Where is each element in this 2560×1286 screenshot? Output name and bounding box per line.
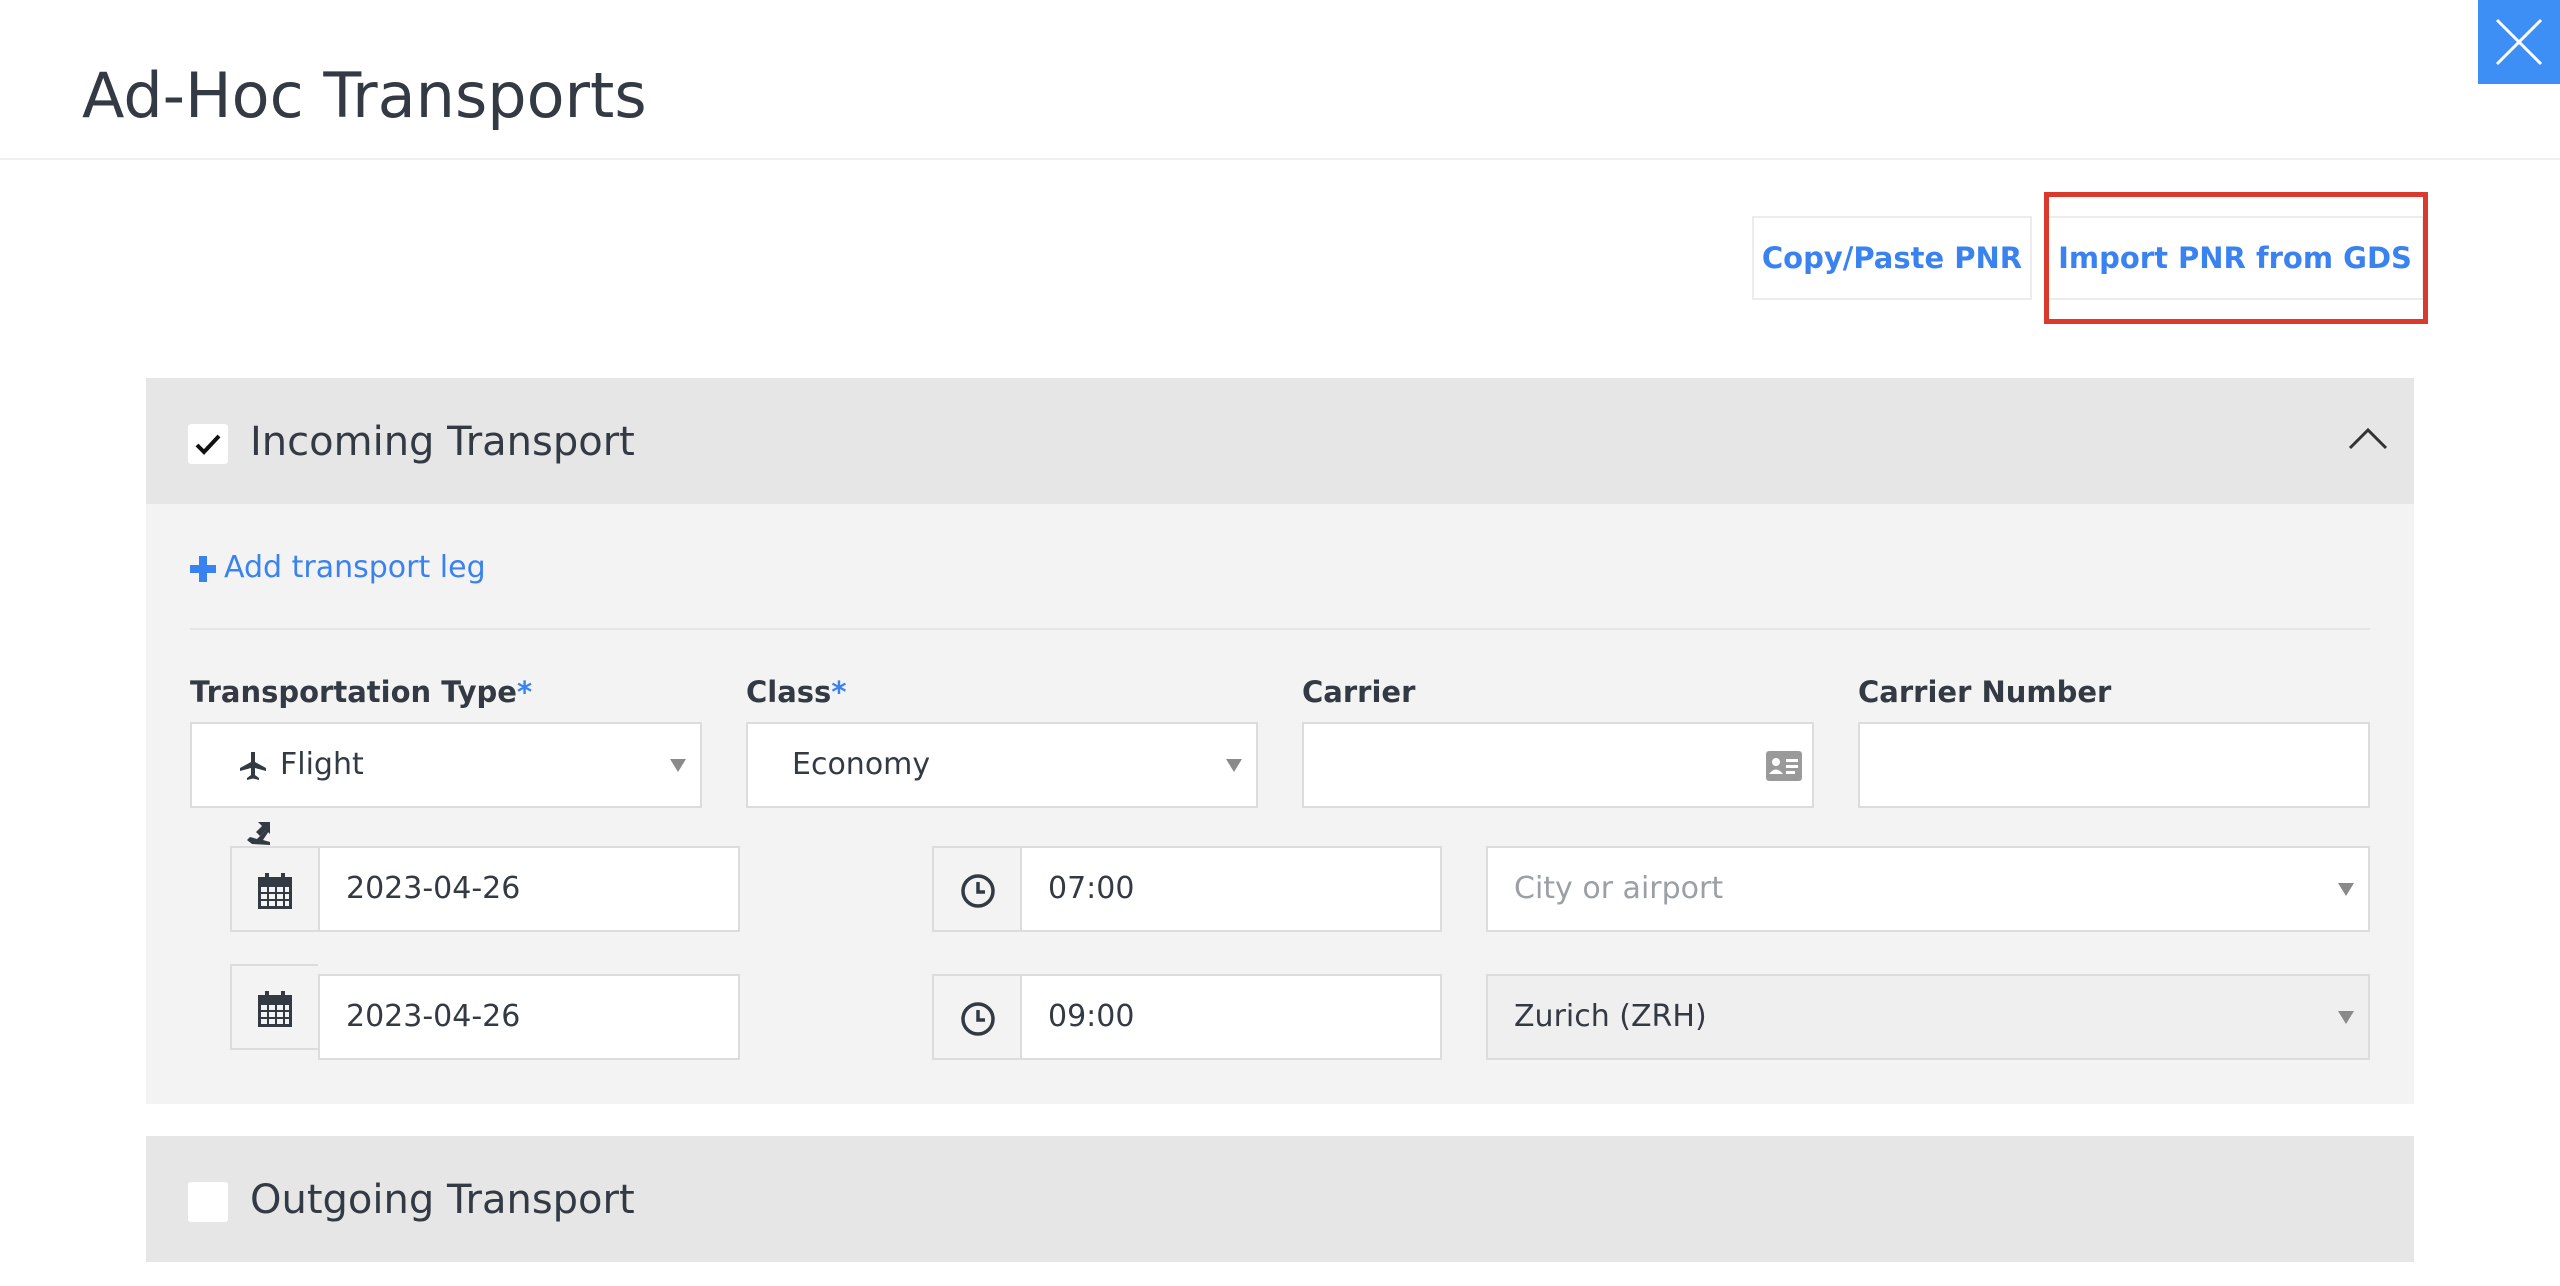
departure-location-select[interactable]: City or airport <box>1486 846 2370 932</box>
arrival-date-addon[interactable] <box>230 964 318 1050</box>
clock-icon <box>961 1002 995 1036</box>
arrival-date-input[interactable]: 2023-04-26 <box>318 974 740 1060</box>
required-marker: * <box>516 675 533 709</box>
class-label: Class* <box>746 672 847 712</box>
modal-header: Ad-Hoc Transports <box>0 0 2560 160</box>
outgoing-transport-title: Outgoing Transport <box>250 1177 635 1223</box>
carrier-number-label: Carrier Number <box>1858 675 2112 709</box>
caret-down-icon <box>1226 759 1242 772</box>
calendar-icon <box>258 991 292 1027</box>
incoming-transport-header[interactable]: Incoming Transport <box>146 378 2414 504</box>
transportation-type-select[interactable]: Flight <box>190 722 702 808</box>
close-button[interactable] <box>2478 0 2560 84</box>
outgoing-transport-checkbox[interactable] <box>188 1182 228 1222</box>
close-icon <box>2495 18 2543 66</box>
divider <box>190 628 2370 630</box>
incoming-transport-checkbox[interactable] <box>188 424 228 464</box>
departure-time-input[interactable]: 07:00 <box>1020 846 1442 932</box>
clock-icon <box>961 874 995 908</box>
arrival-time-input[interactable]: 09:00 <box>1020 974 1442 1060</box>
departure-location-placeholder: City or airport <box>1514 871 1724 906</box>
class-select[interactable]: Economy <box>746 722 1258 808</box>
add-transport-leg-link[interactable]: Add transport leg <box>190 546 486 590</box>
caret-down-icon <box>2338 883 2354 896</box>
departure-time-addon[interactable] <box>932 846 1020 932</box>
page-title: Ad-Hoc Transports <box>82 59 647 132</box>
contact-card-icon <box>1766 751 1802 781</box>
transportation-type-label-text: Transportation Type <box>190 675 517 709</box>
arrival-location-select: Zurich (ZRH) <box>1486 974 2370 1060</box>
plane-icon <box>240 752 266 780</box>
import-pnr-gds-button[interactable]: Import PNR from GDS <box>2046 216 2424 300</box>
required-marker: * <box>831 675 847 709</box>
chevron-up-icon[interactable] <box>2348 426 2388 450</box>
arrival-time-addon[interactable] <box>932 974 1020 1060</box>
transportation-type-label: Transportation Type* <box>190 672 532 712</box>
arrival-location-value: Zurich (ZRH) <box>1514 999 1707 1034</box>
plus-icon <box>190 555 216 582</box>
carrier-label: Carrier <box>1302 675 1416 709</box>
add-transport-leg-label: Add transport leg <box>224 550 486 585</box>
outgoing-transport-header[interactable]: Outgoing Transport <box>146 1136 2414 1262</box>
transportation-type-value: Flight <box>280 747 364 782</box>
departure-date-addon[interactable] <box>230 846 318 932</box>
incoming-transport-title: Incoming Transport <box>250 419 635 465</box>
caret-down-icon <box>670 759 686 772</box>
carrier-number-input[interactable] <box>1858 722 2370 808</box>
departure-date-input[interactable]: 2023-04-26 <box>318 846 740 932</box>
class-label-text: Class <box>746 675 832 709</box>
copy-paste-pnr-button[interactable]: Copy/Paste PNR <box>1752 216 2032 300</box>
class-value: Economy <box>792 747 931 782</box>
calendar-icon <box>258 873 292 909</box>
incoming-transport-body: Add transport leg Transportation Type* C… <box>146 504 2414 1104</box>
checkmark-icon <box>195 434 221 455</box>
carrier-input[interactable] <box>1302 722 1814 808</box>
caret-down-icon <box>2338 1011 2354 1024</box>
